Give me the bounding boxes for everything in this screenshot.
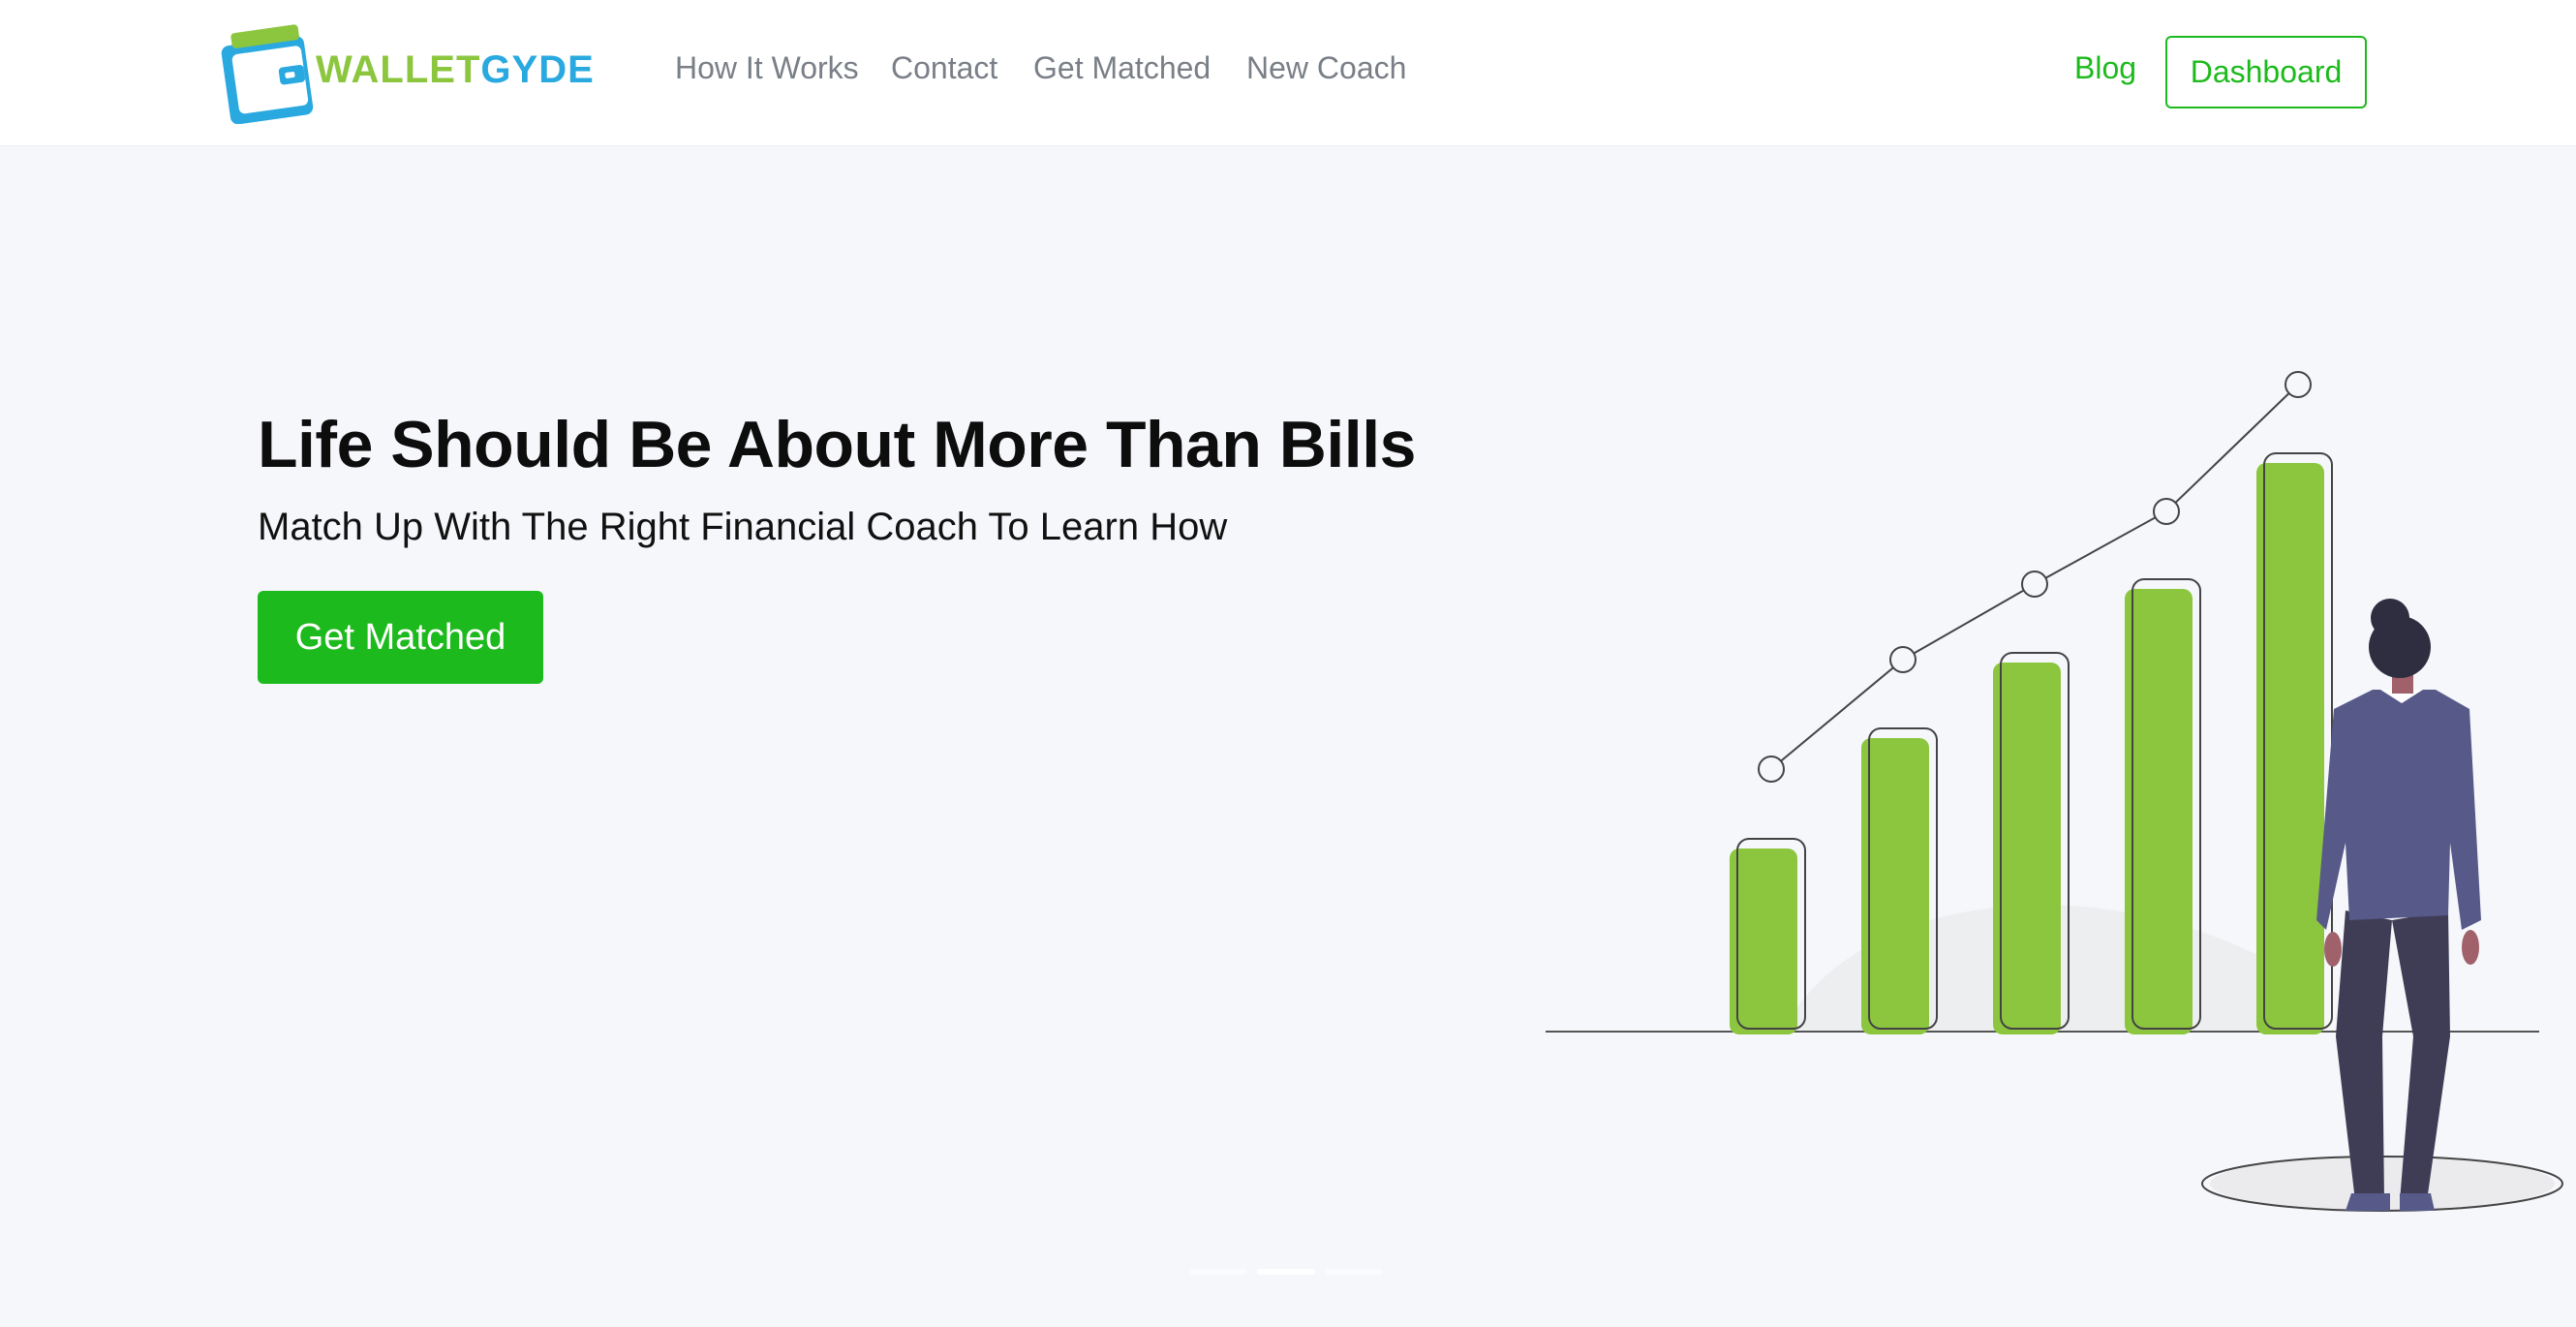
walletgyde-logo[interactable]: WALLETGYDE [215,23,622,124]
chart-bars [1730,452,2333,1034]
logo-gyde-text: GYDE [480,48,595,91]
hero-title: Life Should Be About More Than Bills [258,408,1416,481]
carousel-indicator-1[interactable] [1189,1269,1247,1275]
person-figure [2201,599,2563,1212]
carousel-indicator-2[interactable] [1257,1269,1315,1275]
nav-get-matched[interactable]: Get Matched [1033,50,1211,86]
nav-blog[interactable]: Blog [2074,50,2136,86]
logo-wordmark: WALLETGYDE [316,48,595,92]
logo-wallet-text: WALLET [316,48,481,91]
wallet-icon [221,24,314,124]
get-matched-button[interactable]: Get Matched [258,591,543,684]
growth-illustration [1530,358,2576,1235]
carousel-indicator-3[interactable] [1325,1269,1383,1275]
nav-new-coach[interactable]: New Coach [1246,50,1406,86]
nav-contact[interactable]: Contact [891,50,997,86]
hero-subtitle: Match Up With The Right Financial Coach … [258,506,1228,548]
growth-chart-person-icon [1546,371,2563,1212]
nav-how-it-works[interactable]: How It Works [675,50,859,86]
top-navbar: WALLETGYDE How It Works Contact Get Matc… [0,0,2576,146]
dashboard-button[interactable]: Dashboard [2165,36,2367,108]
